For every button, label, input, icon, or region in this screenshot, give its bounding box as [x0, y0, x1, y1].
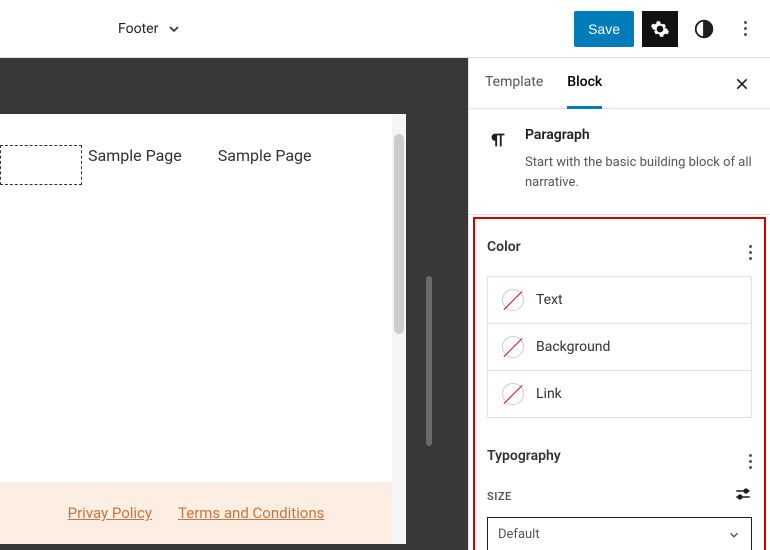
template-name: Footer: [118, 21, 158, 37]
block-name: Paragraph: [525, 127, 754, 143]
save-button[interactable]: Save: [574, 11, 634, 47]
color-section-title: Color: [487, 239, 521, 255]
color-options-button[interactable]: [749, 233, 752, 260]
typography-options-button[interactable]: [749, 442, 752, 469]
page-scrollbar-track[interactable]: [392, 114, 406, 544]
size-value: Default: [498, 527, 540, 542]
footer-link-terms[interactable]: Terms and Conditions: [178, 504, 324, 522]
tab-template[interactable]: Template: [485, 58, 543, 108]
typography-section: Typography SIZE Default: [487, 418, 752, 550]
block-sidebar: Template Block Paragraph Start with the …: [468, 58, 770, 550]
empty-block[interactable]: [0, 145, 82, 185]
color-swatch-empty-icon: [502, 289, 524, 311]
gear-icon: [650, 19, 670, 39]
tab-block[interactable]: Block: [567, 58, 602, 109]
nav-link[interactable]: Sample Page: [218, 146, 312, 165]
styles-button[interactable]: [686, 11, 722, 47]
block-description: Start with the basic building block of a…: [525, 153, 754, 192]
chevron-down-icon: [727, 528, 741, 542]
color-label: Background: [536, 339, 610, 355]
top-bar: Footer Save: [0, 0, 770, 58]
size-row: SIZE: [487, 485, 752, 507]
color-swatch-empty-icon: [502, 383, 524, 405]
settings-button[interactable]: [642, 11, 678, 47]
kebab-icon: [744, 21, 747, 36]
topbar-actions: Save: [574, 11, 760, 47]
size-label: SIZE: [487, 490, 512, 503]
close-sidebar-button[interactable]: [730, 72, 754, 100]
kebab-icon: [749, 245, 752, 260]
page-scrollbar-thumb[interactable]: [394, 134, 404, 334]
kebab-icon: [749, 454, 752, 469]
footer-link-privacy[interactable]: Privay Policy: [68, 504, 152, 522]
more-options-button[interactable]: [730, 11, 760, 47]
block-info: Paragraph Start with the basic building …: [469, 109, 770, 215]
color-label: Text: [536, 292, 563, 308]
page-content: Sample Page Sample Page: [0, 114, 406, 197]
color-list: Text Background Link: [487, 276, 752, 418]
contrast-icon: [693, 18, 715, 40]
paragraph-icon: [487, 127, 509, 192]
main-area: Sample Page Sample Page Privay Policy Te…: [0, 58, 770, 550]
page-frame: Sample Page Sample Page Privay Policy Te…: [0, 114, 406, 544]
color-swatch-empty-icon: [502, 336, 524, 358]
sliders-icon: [734, 485, 752, 503]
color-background-button[interactable]: Background: [488, 324, 751, 371]
nav-link[interactable]: Sample Page: [88, 146, 182, 165]
close-icon: [734, 76, 750, 92]
block-info-text: Paragraph Start with the basic building …: [525, 127, 754, 192]
typography-header: Typography: [487, 442, 752, 469]
highlighted-section: Color Text Background Link: [473, 217, 766, 550]
color-link-button[interactable]: Link: [488, 371, 751, 417]
chevron-down-icon: [166, 21, 182, 37]
sidebar-tabs: Template Block: [469, 58, 770, 109]
size-custom-toggle[interactable]: [734, 485, 752, 507]
color-section-header: Color: [487, 233, 752, 260]
editor-canvas[interactable]: Sample Page Sample Page Privay Policy Te…: [0, 58, 468, 550]
size-select[interactable]: Default: [487, 517, 752, 550]
color-text-button[interactable]: Text: [488, 277, 751, 324]
footer-links: Privay Policy Terms and Conditions: [0, 482, 392, 544]
color-label: Link: [536, 386, 562, 402]
canvas-scrollbar[interactable]: [426, 276, 432, 446]
template-selector[interactable]: Footer: [118, 21, 182, 37]
typography-title: Typography: [487, 448, 561, 464]
